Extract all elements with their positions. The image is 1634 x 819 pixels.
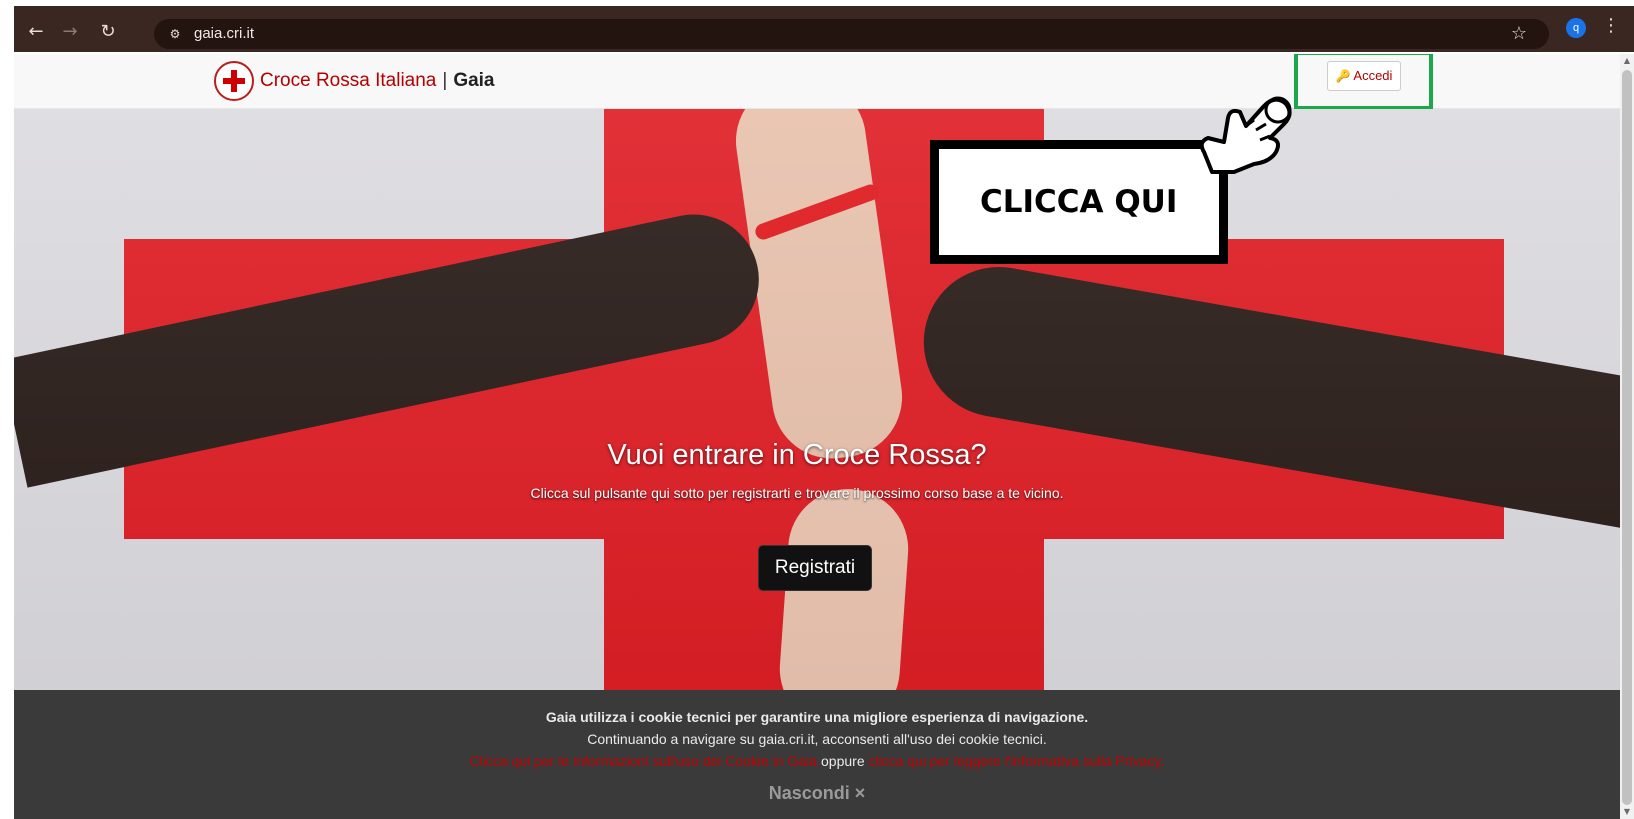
profile-avatar[interactable]: q: [1566, 18, 1586, 38]
site-info-icon[interactable]: ⚙: [166, 25, 184, 43]
browser-menu-icon[interactable]: ⋮: [1602, 14, 1620, 38]
forward-icon[interactable]: →: [58, 20, 82, 44]
reload-icon[interactable]: ↻: [96, 20, 120, 44]
site-navbar: Croce Rossa Italiana | Gaia 🔑 Accedi: [14, 54, 1620, 110]
cookie-notice-text: Continuando a navigare su gaia.cri.it, a…: [587, 731, 1047, 747]
brand-app-name: Gaia: [453, 70, 495, 91]
hide-cookie-button[interactable]: Nascondi ×: [769, 783, 866, 804]
annotation-callout: CLICCA QUI: [930, 140, 1228, 264]
address-bar[interactable]: ⚙ gaia.cri.it ☆: [154, 19, 1549, 49]
web-page: Croce Rossa Italiana | Gaia 🔑 Accedi Vuo…: [14, 54, 1620, 819]
scrollbar-thumb[interactable]: [1622, 70, 1632, 805]
hero-subtitle: Clicca sul pulsante qui sotto per regist…: [530, 485, 1064, 501]
cookie-notice-title: Gaia utilizza i cookie tecnici per garan…: [545, 709, 1089, 725]
pointing-hand-icon: [1199, 96, 1292, 174]
browser-toolbar: ← → ↻ ⚙ gaia.cri.it ☆: [14, 6, 1634, 52]
browser-chrome: ← → ↻ ⚙ gaia.cri.it ☆ q ⋮: [0, 0, 1634, 54]
hero-title: Vuoi entrare in Croce Rossa?: [607, 439, 987, 471]
cookie-oppure-text: oppure: [821, 753, 865, 769]
hero-section: Vuoi entrare in Croce Rossa? Clicca sul …: [14, 109, 1620, 690]
page-scrollbar[interactable]: ▲ ▼: [1620, 54, 1634, 819]
brand-name: Croce Rossa Italiana: [260, 70, 437, 91]
back-icon[interactable]: ←: [24, 20, 48, 44]
bookmark-star-icon[interactable]: ☆: [1511, 23, 1527, 45]
privacy-info-link[interactable]: clicca qui per leggere l'informativa sul…: [869, 753, 1165, 769]
brand-separator: |: [442, 70, 448, 91]
register-button[interactable]: Registrati: [758, 545, 872, 591]
cookie-banner: Gaia utilizza i cookie tecnici per garan…: [14, 690, 1620, 819]
scroll-up-arrow-icon[interactable]: ▲: [1622, 56, 1632, 66]
annotation-text: CLICCA QUI: [980, 184, 1178, 220]
login-highlight-box: [1294, 54, 1433, 110]
cookie-links-line: Clicca qui per le informazioni sull'uso …: [14, 753, 1620, 769]
brand-link[interactable]: Croce Rossa Italiana | Gaia: [214, 59, 495, 103]
hero-image-overlay: [14, 109, 1620, 690]
cookie-info-link[interactable]: Clicca qui per le informazioni sull'uso …: [470, 753, 817, 769]
url-text[interactable]: gaia.cri.it: [194, 25, 254, 43]
scroll-down-arrow-icon[interactable]: ▼: [1622, 807, 1632, 817]
red-cross-logo: [214, 61, 254, 101]
